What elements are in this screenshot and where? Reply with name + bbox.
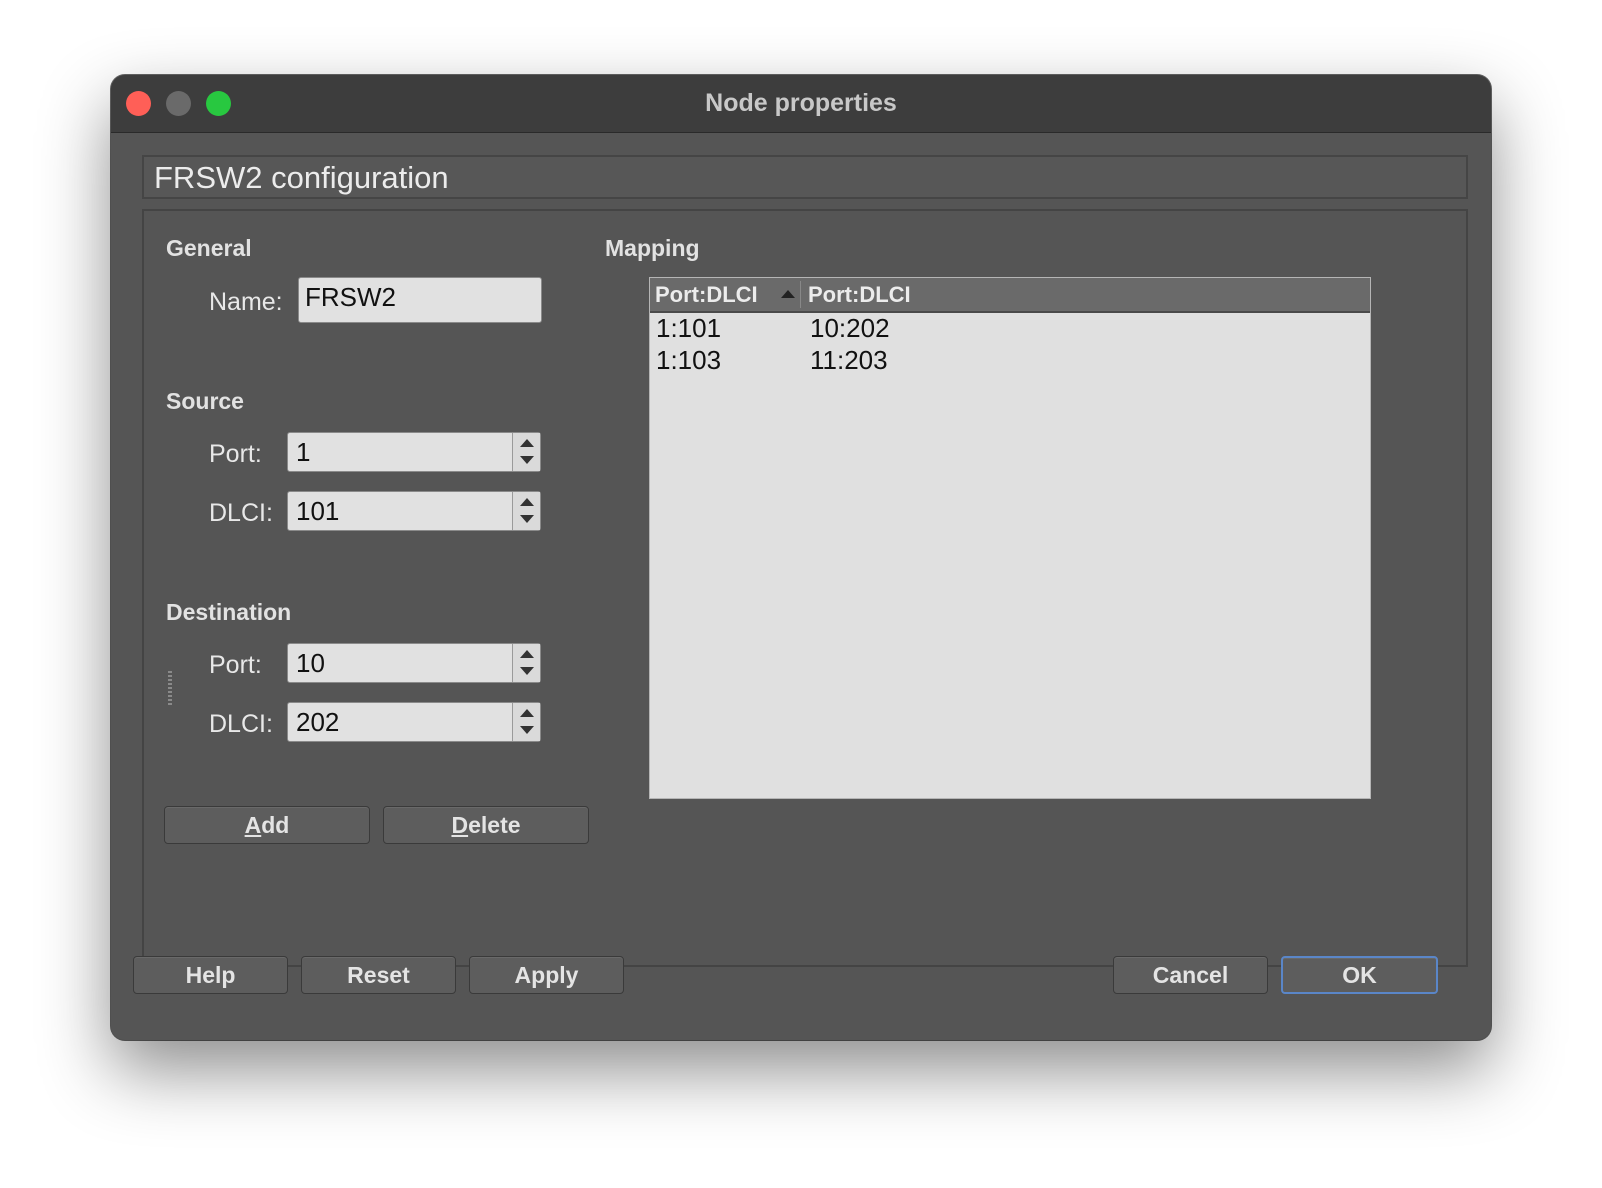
destination-port-stepper	[512, 644, 540, 682]
source-dlci-stepper	[512, 492, 540, 530]
window-title: Node properties	[705, 89, 897, 117]
destination-section-title: Destination	[166, 599, 292, 625]
delete-button[interactable]: Delete	[383, 806, 589, 844]
table-cell-source: 1:103	[656, 345, 722, 375]
mapping-table[interactable]: Port:DLCI Port:DLCI 1:101 10:202 1:103 1…	[649, 277, 1371, 799]
configuration-header: FRSW2 configuration	[142, 155, 1468, 199]
source-dlci-spinbox[interactable]: 101	[287, 491, 541, 531]
name-label: Name:	[209, 288, 283, 316]
table-cell-destination: 11:203	[810, 345, 888, 375]
mapping-section-title: Mapping	[605, 235, 700, 261]
help-button[interactable]: Help	[133, 956, 288, 994]
destination-dlci-spinbox[interactable]: 202	[287, 702, 541, 742]
destination-port-label: Port:	[209, 651, 262, 679]
apply-button[interactable]: Apply	[469, 956, 624, 994]
destination-dlci-label: DLCI:	[209, 710, 273, 738]
source-dlci-label: DLCI:	[209, 499, 273, 527]
source-port-increment-button[interactable]	[513, 433, 540, 452]
delete-label-rest: elete	[468, 812, 521, 838]
sort-ascending-icon	[781, 290, 795, 298]
source-port-value: 1	[296, 437, 311, 467]
cancel-button[interactable]: Cancel	[1113, 956, 1268, 994]
add-mnemonic: A	[244, 812, 262, 838]
column-separator[interactable]	[800, 281, 801, 308]
column-header-source[interactable]: Port:DLCI	[655, 282, 758, 308]
source-dlci-value: 101	[296, 496, 340, 526]
source-dlci-decrement-button[interactable]	[513, 511, 540, 530]
delete-mnemonic: D	[451, 812, 469, 838]
source-section-title: Source	[166, 388, 244, 414]
add-button[interactable]: Add	[164, 806, 370, 844]
destination-dlci-increment-button[interactable]	[513, 703, 540, 722]
destination-dlci-stepper	[512, 703, 540, 741]
source-dlci-increment-button[interactable]	[513, 492, 540, 511]
general-section-title: General	[166, 235, 252, 261]
table-cell-source: 1:101	[656, 313, 722, 343]
ok-button[interactable]: OK	[1281, 956, 1438, 994]
source-port-stepper	[512, 433, 540, 471]
splitter-handle[interactable]	[168, 671, 172, 705]
destination-port-decrement-button[interactable]	[513, 663, 540, 682]
title-bar[interactable]: Node properties	[111, 75, 1491, 133]
configuration-panel: General Name: FRSW2 Source Port: 1 DLCI:…	[142, 209, 1468, 967]
column-header-destination[interactable]: Port:DLCI	[808, 282, 911, 308]
configuration-title: FRSW2 configuration	[154, 160, 449, 195]
source-port-spinbox[interactable]: 1	[287, 432, 541, 472]
source-port-label: Port:	[209, 440, 262, 468]
destination-dlci-value: 202	[296, 707, 340, 737]
destination-port-increment-button[interactable]	[513, 644, 540, 663]
node-properties-dialog: Node properties FRSW2 configuration Gene…	[111, 75, 1491, 1040]
reset-button[interactable]: Reset	[301, 956, 456, 994]
add-label-rest: dd	[261, 812, 290, 838]
destination-dlci-decrement-button[interactable]	[513, 722, 540, 741]
destination-port-spinbox[interactable]: 10	[287, 643, 541, 683]
table-cell-destination: 10:202	[810, 313, 890, 343]
mapping-table-header: Port:DLCI Port:DLCI	[650, 278, 1370, 313]
source-port-decrement-button[interactable]	[513, 452, 540, 471]
destination-port-value: 10	[296, 648, 325, 678]
name-input[interactable]: FRSW2	[298, 277, 542, 323]
